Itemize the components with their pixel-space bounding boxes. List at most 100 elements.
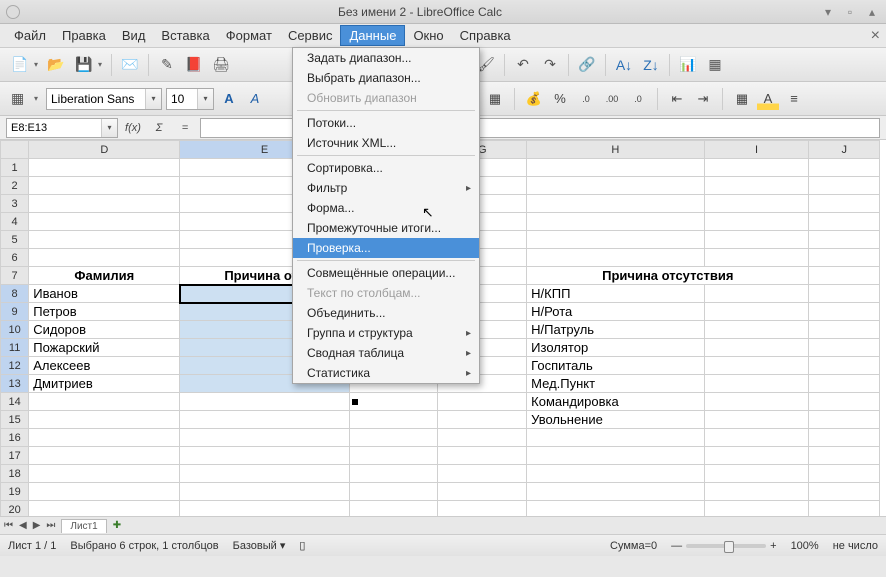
row-header-2[interactable]: 2 <box>1 177 29 195</box>
cell-I13[interactable] <box>704 375 809 393</box>
cell-D10[interactable]: Сидоров <box>29 321 180 339</box>
doc-close-button[interactable]: × <box>871 27 880 45</box>
cell-D9[interactable]: Петров <box>29 303 180 321</box>
cell-H1[interactable] <box>527 159 704 177</box>
save-button[interactable]: 💾 <box>70 52 106 78</box>
cell-E14[interactable] <box>180 393 349 411</box>
cell-H2[interactable] <box>527 177 704 195</box>
cell-G19[interactable] <box>438 483 527 501</box>
cell-G15[interactable] <box>438 411 527 429</box>
cell-J19[interactable] <box>809 483 880 501</box>
cell-G18[interactable] <box>438 465 527 483</box>
cell-D8[interactable]: Иванов <box>29 285 180 303</box>
cell-D3[interactable] <box>29 195 180 213</box>
cell-J8[interactable] <box>809 285 880 303</box>
col-header-J[interactable]: J <box>809 141 880 159</box>
menu-item-5[interactable]: Источник XML... <box>293 133 479 153</box>
cell-H14[interactable]: Командировка <box>527 393 704 411</box>
col-header-H[interactable]: H <box>527 141 704 159</box>
new-doc-button[interactable]: 📄 <box>6 52 42 78</box>
cell-D1[interactable] <box>29 159 180 177</box>
cell-E16[interactable] <box>180 429 349 447</box>
cell-J13[interactable] <box>809 375 880 393</box>
cell-J16[interactable] <box>809 429 880 447</box>
cell-J15[interactable] <box>809 411 880 429</box>
row-header-14[interactable]: 14 <box>1 393 29 411</box>
cell-D19[interactable] <box>29 483 180 501</box>
bgcolor-button[interactable]: A <box>757 88 779 110</box>
row-header-8[interactable]: 8 <box>1 285 29 303</box>
cell-D2[interactable] <box>29 177 180 195</box>
cell-J3[interactable] <box>809 195 880 213</box>
cell-H6[interactable] <box>527 249 704 267</box>
menu-item-17[interactable]: Сводная таблица <box>293 343 479 363</box>
cell-I15[interactable] <box>704 411 809 429</box>
col-header-D[interactable]: D <box>29 141 180 159</box>
sheet-tab[interactable]: Лист1 <box>61 519 106 533</box>
edit-mode-button[interactable]: ✎ <box>154 52 180 78</box>
cell-F14[interactable] <box>349 393 438 411</box>
add-sheet-button[interactable]: ✚ <box>113 520 121 531</box>
cell-D7[interactable]: Фамилия <box>29 267 180 285</box>
cell-J4[interactable] <box>809 213 880 231</box>
row-header-16[interactable]: 16 <box>1 429 29 447</box>
menu-item-7[interactable]: Сортировка... <box>293 158 479 178</box>
cell-G20[interactable] <box>438 501 527 517</box>
cell-H20[interactable] <box>527 501 704 517</box>
redo-button[interactable]: ↷ <box>537 52 563 78</box>
row-header-15[interactable]: 15 <box>1 411 29 429</box>
undo-button[interactable]: ↶ <box>510 52 536 78</box>
cell-D11[interactable]: Пожарский <box>29 339 180 357</box>
cell-F17[interactable] <box>349 447 438 465</box>
cell-J11[interactable] <box>809 339 880 357</box>
menu-help[interactable]: Справка <box>452 26 519 45</box>
menu-item-9[interactable]: Форма... <box>293 198 479 218</box>
cell-H13[interactable]: Мед.Пункт <box>527 375 704 393</box>
cell-H4[interactable] <box>527 213 704 231</box>
cell-F16[interactable] <box>349 429 438 447</box>
cell-J12[interactable] <box>809 357 880 375</box>
sort-desc-button[interactable]: Z↓ <box>638 52 664 78</box>
cell-F15[interactable] <box>349 411 438 429</box>
cell-I2[interactable] <box>704 177 809 195</box>
del-decimal-button[interactable]: .0 <box>627 88 649 110</box>
select-all-corner[interactable] <box>1 141 29 159</box>
cell-G17[interactable] <box>438 447 527 465</box>
cell-I1[interactable] <box>704 159 809 177</box>
cell-I3[interactable] <box>704 195 809 213</box>
number-button[interactable]: .0 <box>575 88 597 110</box>
cell-H5[interactable] <box>527 231 704 249</box>
pdf-export-button[interactable]: 📕 <box>181 52 207 78</box>
row-header-11[interactable]: 11 <box>1 339 29 357</box>
cell-I20[interactable] <box>704 501 809 517</box>
cell-E18[interactable] <box>180 465 349 483</box>
cell-D5[interactable] <box>29 231 180 249</box>
menu-item-13[interactable]: Совмещённые операции... <box>293 263 479 283</box>
row-header-1[interactable]: 1 <box>1 159 29 177</box>
tab-last-icon[interactable]: ⏭ <box>46 520 55 531</box>
add-decimal-button[interactable]: .00 <box>601 88 623 110</box>
cell-D16[interactable] <box>29 429 180 447</box>
cell-H3[interactable] <box>527 195 704 213</box>
cell-F20[interactable] <box>349 501 438 517</box>
row-header-9[interactable]: 9 <box>1 303 29 321</box>
cell-I6[interactable] <box>704 249 809 267</box>
merge-cells-button[interactable]: ▦ <box>484 88 506 110</box>
row-header-5[interactable]: 5 <box>1 231 29 249</box>
cell-I5[interactable] <box>704 231 809 249</box>
currency-button[interactable]: 💰 <box>523 88 545 110</box>
cell-E17[interactable] <box>180 447 349 465</box>
cell-E15[interactable] <box>180 411 349 429</box>
row-header-20[interactable]: 20 <box>1 501 29 517</box>
cell-I8[interactable] <box>704 285 809 303</box>
tab-prev-icon[interactable]: ◀ <box>19 520 27 531</box>
cell-H7[interactable]: Причина отсутствия <box>527 267 809 285</box>
cell-I17[interactable] <box>704 447 809 465</box>
cell-H8[interactable]: Н/КПП <box>527 285 704 303</box>
cell-I10[interactable] <box>704 321 809 339</box>
menu-item-15[interactable]: Объединить... <box>293 303 479 323</box>
cell-H9[interactable]: Н/Рота <box>527 303 704 321</box>
dec-indent-button[interactable]: ⇤ <box>666 88 688 110</box>
status-sum[interactable]: Сумма=0 <box>610 540 657 552</box>
cell-G16[interactable] <box>438 429 527 447</box>
